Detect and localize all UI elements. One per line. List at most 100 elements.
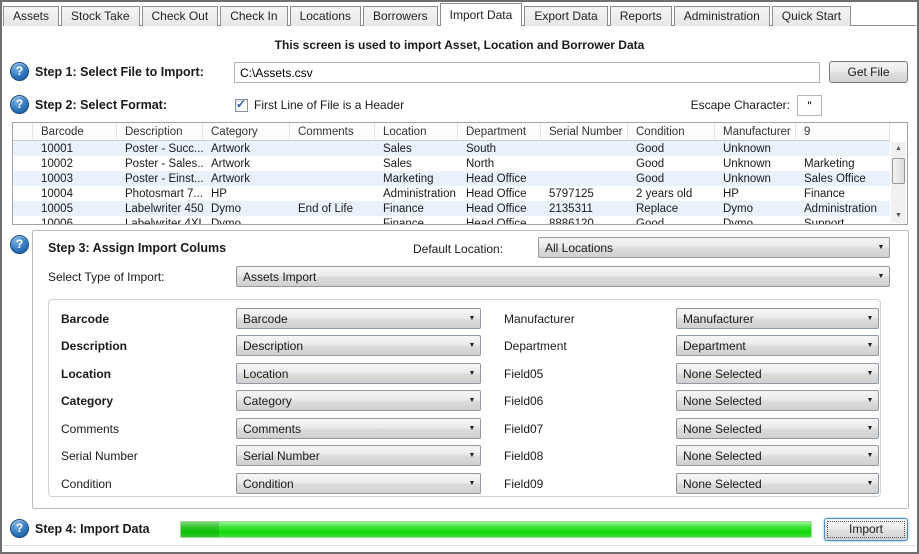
combo-value: Location xyxy=(237,367,464,381)
manufacturer-column-select[interactable]: Manufacturer ▼ xyxy=(676,308,879,329)
grid-cell: Finance xyxy=(375,218,458,225)
grid-cell: 8886120 xyxy=(541,218,628,225)
table-row[interactable]: 10004 Photosmart 7... HP Administration … xyxy=(13,186,890,201)
step2-label: Step 2: Select Format: xyxy=(35,98,167,112)
tab-quick-start[interactable]: Quick Start xyxy=(772,6,851,26)
type-of-import-select[interactable]: Assets Import ▼ xyxy=(236,266,890,287)
escape-character-input[interactable] xyxy=(797,95,822,116)
column-header[interactable]: Serial Number xyxy=(541,123,628,140)
get-file-button[interactable]: Get File xyxy=(829,61,908,83)
table-row[interactable]: 10002 Poster - Sales... Artwork Sales No… xyxy=(13,156,890,171)
department-column-select[interactable]: Department ▼ xyxy=(676,335,879,356)
default-location-select[interactable]: All Locations ▼ xyxy=(538,237,890,258)
field08-column-select[interactable]: None Selected ▼ xyxy=(676,445,879,466)
chevron-down-icon: ▼ xyxy=(464,315,480,322)
grid-cell: HP xyxy=(203,188,290,200)
chevron-down-icon: ▼ xyxy=(464,425,480,432)
grid-cell: Dymo xyxy=(715,203,796,215)
serial-number-column-select[interactable]: Serial Number ▼ xyxy=(236,445,481,466)
step3-panel: Step 3: Assign Import Colums Default Loc… xyxy=(32,230,909,509)
grid-cell: Marketing xyxy=(375,173,458,185)
tab-reports[interactable]: Reports xyxy=(610,6,672,26)
table-row[interactable]: 10005 Labelwriter 450 Dymo End of Life F… xyxy=(13,201,890,216)
progress-left-cap xyxy=(181,522,219,537)
combo-value: None Selected xyxy=(677,477,862,491)
table-row[interactable]: 10006 Labelwriter 4XL Dymo Finance Head … xyxy=(13,216,890,224)
combo-value: All Locations xyxy=(539,241,873,255)
help-icon[interactable]: ? xyxy=(10,519,29,538)
column-header[interactable]: Barcode xyxy=(33,123,117,140)
grid-vertical-scrollbar[interactable]: ▲ ▼ xyxy=(891,142,906,223)
field07-column-select[interactable]: None Selected ▼ xyxy=(676,418,879,439)
field-label: Description xyxy=(61,339,127,353)
tab-import-data[interactable]: Import Data xyxy=(440,3,523,26)
first-line-header-checkbox[interactable]: ✓ xyxy=(235,99,248,112)
combo-value: None Selected xyxy=(677,394,862,408)
combo-value: Comments xyxy=(237,422,464,436)
grid-cell: Administration xyxy=(796,203,890,215)
scroll-up-icon[interactable]: ▲ xyxy=(891,142,906,156)
column-header[interactable]: Location xyxy=(375,123,458,140)
location-column-select[interactable]: Location ▼ xyxy=(236,363,481,384)
type-of-import-label: Select Type of Import: xyxy=(48,270,165,284)
column-header[interactable]: Description xyxy=(117,123,203,140)
tab-export-data[interactable]: Export Data xyxy=(524,6,607,26)
grid-cell: 10006 xyxy=(33,218,117,225)
column-header[interactable]: Manufacturer xyxy=(715,123,796,140)
tab-borrowers[interactable]: Borrowers xyxy=(363,6,438,26)
barcode-column-select[interactable]: Barcode ▼ xyxy=(236,308,481,329)
grid-cell: Unknown xyxy=(715,173,796,185)
import-button[interactable]: Import xyxy=(824,518,908,541)
field-label: Condition xyxy=(61,477,112,491)
column-header[interactable]: Comments xyxy=(290,123,375,140)
condition-column-select[interactable]: Condition ▼ xyxy=(236,473,481,494)
help-icon[interactable]: ? xyxy=(10,95,29,114)
tab-administration[interactable]: Administration xyxy=(674,6,770,26)
table-row[interactable]: 10001 Poster - Succ... Artwork Sales Sou… xyxy=(13,141,890,156)
field-label: Field08 xyxy=(504,449,543,463)
column-header[interactable]: Category xyxy=(203,123,290,140)
file-path-input[interactable] xyxy=(234,62,820,83)
tab-check-out[interactable]: Check Out xyxy=(142,6,219,26)
table-row[interactable]: 10003 Poster - Einst... Artwork Marketin… xyxy=(13,171,890,186)
import-data-window: Assets Stock Take Check Out Check In Loc… xyxy=(0,0,919,554)
column-header[interactable]: 9 xyxy=(796,123,890,140)
chevron-down-icon: ▼ xyxy=(464,480,480,487)
tab-check-in[interactable]: Check In xyxy=(220,6,287,26)
chevron-down-icon: ▼ xyxy=(862,370,878,377)
combo-value: Serial Number xyxy=(237,449,464,463)
grid-cell: 10002 xyxy=(33,158,117,170)
tab-assets[interactable]: Assets xyxy=(3,6,59,26)
column-header[interactable]: Condition xyxy=(628,123,715,140)
grid-cell: 2135311 xyxy=(541,203,628,215)
field06-column-select[interactable]: None Selected ▼ xyxy=(676,390,879,411)
column-header[interactable]: Department xyxy=(458,123,541,140)
field09-column-select[interactable]: None Selected ▼ xyxy=(676,473,879,494)
field-label: Field06 xyxy=(504,394,543,408)
grid-cell: Head Office xyxy=(458,173,541,185)
chevron-down-icon: ▼ xyxy=(464,397,480,404)
combo-value: Barcode xyxy=(237,312,464,326)
grid-cell: 10005 xyxy=(33,203,117,215)
scrollbar-thumb[interactable] xyxy=(892,158,905,184)
column-mapping-groupbox: Barcode Barcode ▼ Description Descriptio… xyxy=(48,299,881,497)
description-column-select[interactable]: Description ▼ xyxy=(236,335,481,356)
field-label: Field05 xyxy=(504,367,543,381)
tab-locations[interactable]: Locations xyxy=(290,6,361,26)
comments-column-select[interactable]: Comments ▼ xyxy=(236,418,481,439)
scroll-down-icon[interactable]: ▼ xyxy=(891,209,906,223)
grid-cell: Photosmart 7... xyxy=(117,188,203,200)
field05-column-select[interactable]: None Selected ▼ xyxy=(676,363,879,384)
help-icon[interactable]: ? xyxy=(10,62,29,81)
chevron-down-icon: ▼ xyxy=(862,342,878,349)
category-column-select[interactable]: Category ▼ xyxy=(236,390,481,411)
grid-cell: Labelwriter 4XL xyxy=(117,218,203,225)
tab-stock-take[interactable]: Stock Take xyxy=(61,6,139,26)
footer-divider xyxy=(3,545,916,546)
grid-cell: Good xyxy=(628,218,715,225)
grid-cell: Head Office xyxy=(458,218,541,225)
help-icon[interactable]: ? xyxy=(10,235,29,254)
grid-cell: End of Life xyxy=(290,203,375,215)
progress-fill xyxy=(181,522,811,537)
grid-cell: Administration xyxy=(375,188,458,200)
